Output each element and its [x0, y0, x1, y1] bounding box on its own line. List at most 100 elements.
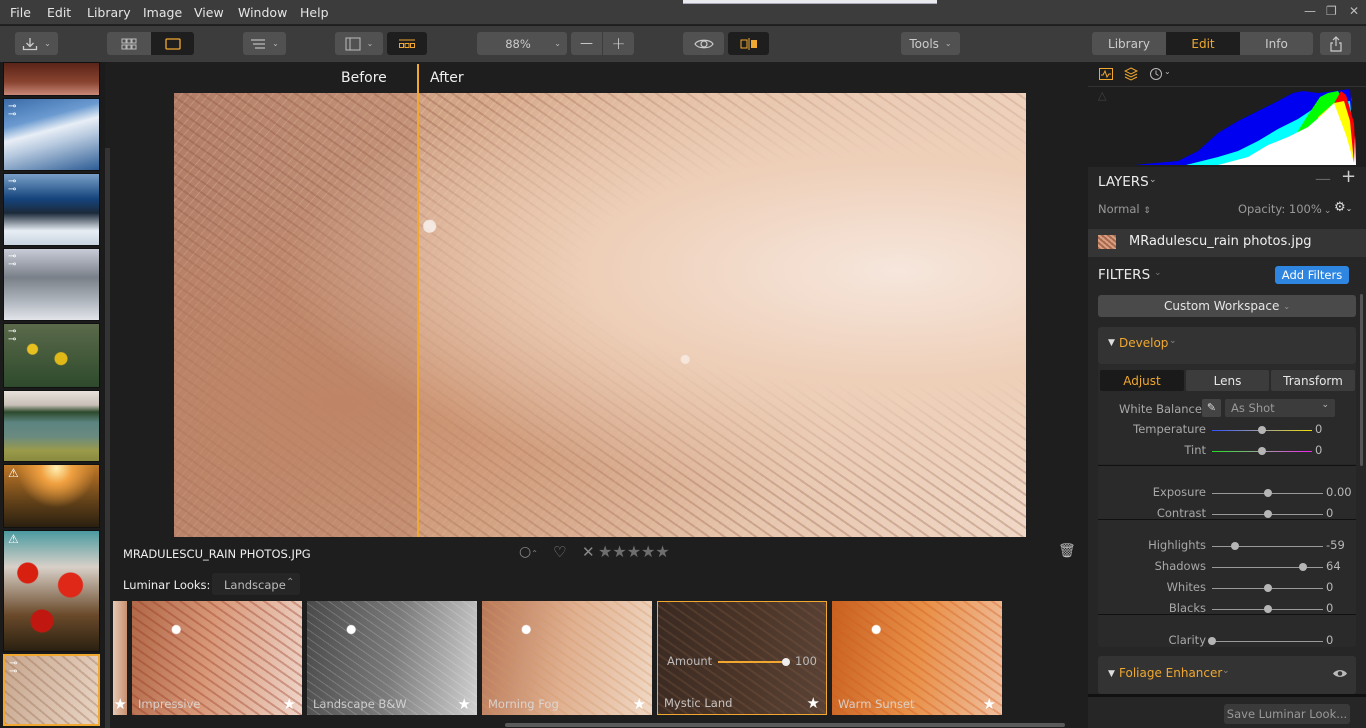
- white-balance-dropdown[interactable]: As Shot ⌄: [1225, 399, 1335, 417]
- reject-icon[interactable]: ✕: [582, 543, 595, 561]
- amount-slider-knob[interactable]: [782, 658, 790, 666]
- workspace-dropdown[interactable]: Custom Workspace ⌄: [1098, 295, 1356, 317]
- grid-view-button[interactable]: [107, 32, 151, 55]
- add-layer-button[interactable]: +: [1341, 166, 1356, 187]
- amount-slider-track[interactable]: [718, 661, 785, 663]
- chevron-down-icon[interactable]: ⌄: [1154, 268, 1162, 278]
- layers-icon[interactable]: [1124, 67, 1138, 81]
- look-thumb[interactable]: Warm Sunset ★: [832, 601, 1002, 715]
- tab-edit[interactable]: Edit: [1166, 32, 1240, 55]
- split-line[interactable]: [417, 93, 419, 537]
- slider-tint[interactable]: Tint 0: [1098, 441, 1356, 461]
- look-thumb-partial[interactable]: ★: [113, 601, 127, 715]
- eyedropper-icon[interactable]: ✎: [1202, 399, 1221, 417]
- menu-image[interactable]: Image: [143, 5, 182, 20]
- close-icon[interactable]: ✕: [1349, 4, 1359, 18]
- filmstrip-thumb[interactable]: ⚠: [3, 464, 100, 528]
- filmstrip-thumb[interactable]: ⊸ ⊸: [3, 323, 100, 388]
- menu-view[interactable]: View: [194, 5, 224, 20]
- sort-button[interactable]: ⌄: [243, 32, 286, 55]
- restore-icon[interactable]: ❐: [1326, 4, 1337, 18]
- star-icon[interactable]: ★: [633, 695, 646, 713]
- slider-blacks[interactable]: Blacks 0: [1098, 599, 1356, 619]
- heart-icon[interactable]: ♡: [553, 543, 566, 561]
- zoom-select[interactable]: 88% ⌄: [477, 32, 567, 55]
- tab-info[interactable]: Info: [1240, 32, 1313, 55]
- import-button[interactable]: ⌄: [15, 32, 58, 55]
- filmstrip-thumb[interactable]: ⊸ ⊸: [3, 173, 100, 246]
- slider-track[interactable]: [1212, 641, 1323, 642]
- menu-window[interactable]: Window: [238, 5, 287, 20]
- trash-icon[interactable]: 🗑: [1058, 543, 1076, 559]
- star-icon[interactable]: ★: [114, 695, 127, 713]
- look-thumb-selected[interactable]: Amount 100 Mystic Land ★: [657, 601, 827, 715]
- opacity-select[interactable]: Opacity: 100% ⌄: [1238, 202, 1331, 216]
- menu-library[interactable]: Library: [87, 5, 131, 20]
- filmstrip-thumb[interactable]: ⊸ ⊸: [3, 98, 100, 171]
- main-photo[interactable]: [174, 93, 1026, 537]
- look-thumb[interactable]: Morning Fog ★: [482, 601, 652, 715]
- slider-whites[interactable]: Whites 0: [1098, 578, 1356, 598]
- looks-scrollbar[interactable]: [505, 723, 1065, 727]
- filmstrip-thumb[interactable]: ⚠: [3, 530, 100, 652]
- filmstrip-thumb[interactable]: ⊸ ⊸: [3, 248, 100, 321]
- menu-file[interactable]: File: [10, 5, 31, 20]
- tab-transform[interactable]: Transform: [1271, 370, 1355, 391]
- gear-icon[interactable]: ⚙⌄: [1334, 200, 1352, 215]
- blend-mode-select[interactable]: Normal ⇕: [1098, 202, 1151, 216]
- save-look-button[interactable]: Save Luminar Look...: [1224, 704, 1350, 724]
- tab-lens[interactable]: Lens: [1186, 370, 1269, 391]
- zoom-in-button[interactable]: +: [603, 32, 634, 55]
- chevron-down-icon[interactable]: ⌄: [1149, 175, 1157, 185]
- look-thumb[interactable]: Impressive ★: [132, 601, 302, 715]
- slider-knob[interactable]: [1208, 637, 1216, 645]
- develop-header[interactable]: ▼ Develop ⌄: [1098, 327, 1356, 364]
- filmstrip-thumb-selected[interactable]: ⊸ ⊸: [3, 654, 100, 726]
- split-handle[interactable]: [417, 64, 419, 93]
- look-thumb[interactable]: Landscape B&W ★: [307, 601, 477, 715]
- single-view-button[interactable]: [151, 32, 194, 55]
- slider-shadows[interactable]: Shadows 64: [1098, 557, 1356, 577]
- star-icon[interactable]: ★: [807, 694, 820, 712]
- menu-help[interactable]: Help: [300, 5, 329, 20]
- slider-clarity[interactable]: Clarity 0: [1098, 631, 1356, 651]
- filmstrip-button[interactable]: [387, 32, 427, 55]
- slider-exposure[interactable]: Exposure 0.00: [1098, 483, 1356, 503]
- slider-knob[interactable]: [1299, 563, 1308, 571]
- tab-library[interactable]: Library: [1092, 32, 1166, 55]
- filters-title[interactable]: FILTERS: [1098, 267, 1150, 283]
- remove-layer-button[interactable]: —: [1315, 169, 1331, 188]
- slider-knob[interactable]: [1258, 426, 1266, 434]
- slider-track[interactable]: [1212, 546, 1323, 547]
- history-icon[interactable]: [1149, 67, 1163, 81]
- star-rating[interactable]: ★★★★★: [598, 542, 670, 561]
- slider-contrast[interactable]: Contrast 0: [1098, 504, 1356, 524]
- histogram-icon[interactable]: [1099, 68, 1113, 80]
- panel-scrollbar[interactable]: [1360, 294, 1363, 466]
- slider-temperature[interactable]: Temperature 0: [1098, 420, 1356, 440]
- slider-knob[interactable]: [1263, 510, 1272, 518]
- tools-dropdown[interactable]: Tools ⌄: [901, 32, 960, 55]
- slider-highlights[interactable]: Highlights -59: [1098, 536, 1356, 556]
- slider-knob[interactable]: [1263, 489, 1272, 497]
- slider-knob[interactable]: [1230, 542, 1239, 550]
- layers-title[interactable]: LAYERS: [1098, 174, 1149, 190]
- filmstrip-thumb[interactable]: [3, 390, 100, 462]
- zoom-out-button[interactable]: —: [571, 32, 602, 55]
- star-icon[interactable]: ★: [983, 695, 996, 713]
- panel-layout-button[interactable]: ⌄: [335, 32, 383, 55]
- slider-knob[interactable]: [1263, 584, 1272, 592]
- before-after-button[interactable]: [728, 32, 769, 55]
- eye-icon[interactable]: [1332, 668, 1348, 679]
- minimize-icon[interactable]: —: [1304, 4, 1316, 18]
- slider-knob[interactable]: [1258, 447, 1266, 455]
- menu-edit[interactable]: Edit: [47, 5, 71, 20]
- star-icon[interactable]: ★: [283, 695, 296, 713]
- tab-adjust[interactable]: Adjust: [1100, 370, 1184, 391]
- filmstrip-thumb[interactable]: [3, 62, 100, 96]
- looks-category-dropdown[interactable]: Landscape ⌃: [212, 573, 300, 595]
- slider-knob[interactable]: [1263, 605, 1272, 613]
- foliage-enhancer-header[interactable]: ▼ Foliage Enhancer ⌄: [1098, 656, 1356, 694]
- preview-button[interactable]: [683, 32, 724, 55]
- star-icon[interactable]: ★: [458, 695, 471, 713]
